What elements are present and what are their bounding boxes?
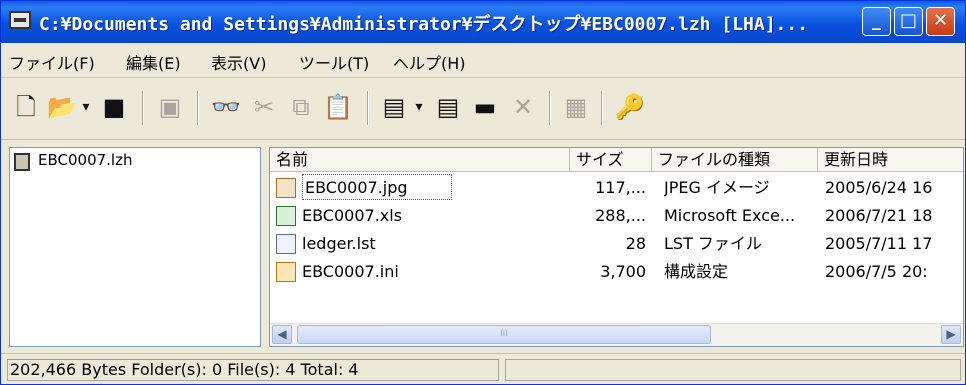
close-button[interactable]: ✕ — [926, 7, 955, 36]
table-row[interactable]: EBC0007.xls 288,... Microsoft Exce... 20… — [270, 202, 963, 230]
menu-edit[interactable]: 編集(E) — [126, 50, 181, 74]
status-panel-empty — [505, 359, 961, 381]
save-icon[interactable]: ■ — [100, 93, 128, 121]
archive-window: C:¥Documents and Settings¥Administrator¥… — [0, 0, 966, 385]
toolbar: 🗋 📂 ▾ ■ ▣ 👓 ✂ ⧉ 📋 ▤ ▾ ▤ ▬ ✕ ▦ 🔑 — [1, 79, 965, 140]
archive-icon — [14, 153, 30, 171]
dropdown-icon[interactable]: ▾ — [413, 93, 425, 121]
delete-icon[interactable]: ✕ — [509, 93, 537, 121]
view-icon[interactable]: ▬ — [471, 93, 499, 121]
column-header-name[interactable]: 名前 — [270, 148, 570, 172]
menu-tools[interactable]: ツール(T) — [299, 50, 369, 74]
status-panel-info: 202,466 Bytes Folder(s): 0 File(s): 4 To… — [7, 359, 499, 381]
toolbar-separator — [142, 91, 144, 125]
file-date: 2005/6/24 16 — [825, 178, 933, 197]
title-bar[interactable]: C:¥Documents and Settings¥Administrator¥… — [1, 1, 965, 43]
cut-icon[interactable]: ✂ — [251, 93, 277, 121]
file-size: 3,700 — [600, 262, 646, 281]
file-size: 288,... — [595, 206, 646, 225]
file-date: 2006/7/21 18 — [825, 206, 933, 225]
file-list: 名前 サイズ ファイルの種類 更新日時 EBC0007.jpg 117,... … — [269, 147, 964, 347]
app-icon — [9, 11, 31, 29]
maximize-button[interactable]: □ — [894, 7, 923, 36]
scroll-thumb[interactable]: III — [297, 325, 711, 344]
file-name: EBC0007.xls — [302, 206, 403, 225]
file-type: JPEG イメージ — [664, 178, 770, 197]
file-type: LST ファイル — [664, 234, 762, 253]
scroll-right-button[interactable]: ▶ — [941, 325, 961, 344]
file-type: 構成設定 — [664, 262, 729, 281]
add-icon[interactable]: ▤ — [433, 93, 463, 121]
file-date: 2005/7/11 17 — [825, 234, 933, 253]
table-row[interactable]: EBC0007.ini 3,700 構成設定 2006/7/5 20: — [270, 258, 963, 286]
column-header-type[interactable]: ファイルの種類 — [652, 148, 818, 172]
file-date: 2006/7/5 20: — [825, 262, 928, 281]
minimize-button[interactable]: _ — [862, 7, 891, 36]
toolbar-separator — [601, 91, 603, 125]
toolbar-separator — [367, 91, 369, 125]
tree-item-archive[interactable]: EBC0007.lzh — [38, 151, 132, 169]
file-name: ledger.lst — [302, 234, 376, 253]
find-icon[interactable]: 👓 — [211, 93, 241, 121]
ini-file-icon — [276, 262, 296, 282]
dropdown-icon[interactable]: ▾ — [80, 93, 92, 121]
menu-file[interactable]: ファイル(F) — [9, 50, 95, 74]
extract-icon[interactable]: ▣ — [156, 93, 184, 121]
menu-help[interactable]: ヘルプ(H) — [393, 50, 466, 74]
file-size: 28 — [625, 234, 646, 253]
excel-file-icon — [276, 206, 296, 226]
horizontal-scrollbar[interactable]: ◀ III ▶ — [270, 323, 963, 346]
column-header-date[interactable]: 更新日時 — [818, 148, 963, 172]
toolbar-separator — [549, 91, 551, 125]
copy-icon[interactable]: ⧉ — [287, 93, 315, 121]
table-row[interactable]: EBC0007.jpg 117,... JPEG イメージ 2005/6/24 … — [270, 174, 963, 202]
tools-icon[interactable]: 🔑 — [615, 93, 645, 121]
column-header-size[interactable]: サイズ — [570, 148, 652, 172]
file-size: 117,... — [595, 178, 646, 197]
status-bar: 202,466 Bytes Folder(s): 0 File(s): 4 To… — [1, 353, 965, 384]
lst-file-icon — [276, 234, 296, 254]
toolbar-separator — [197, 91, 199, 125]
file-name: EBC0007.ini — [302, 262, 399, 281]
status-text: 202,466 Bytes Folder(s): 0 File(s): 4 To… — [10, 360, 359, 379]
folder-tree[interactable]: EBC0007.lzh — [9, 147, 261, 347]
paste-icon[interactable]: 📋 — [323, 93, 353, 121]
file-type: Microsoft Exce... — [664, 206, 796, 225]
open-folder-icon[interactable]: 📂 — [47, 93, 77, 121]
scroll-left-button[interactable]: ◀ — [272, 325, 292, 344]
properties-icon[interactable]: ▦ — [561, 93, 591, 121]
menu-view[interactable]: 表示(V) — [211, 50, 266, 74]
window-title: C:¥Documents and Settings¥Administrator¥… — [39, 14, 809, 35]
table-row[interactable]: ledger.lst 28 LST ファイル 2005/7/11 17 — [270, 230, 963, 258]
menu-bar: ファイル(F) 編集(E) 表示(V) ツール(T) ヘルプ(H) — [1, 43, 965, 78]
new-icon[interactable]: 🗋 — [13, 93, 39, 121]
jpg-file-icon — [276, 178, 296, 198]
add-files-icon[interactable]: ▤ — [379, 93, 409, 121]
file-name: EBC0007.jpg — [302, 174, 452, 200]
